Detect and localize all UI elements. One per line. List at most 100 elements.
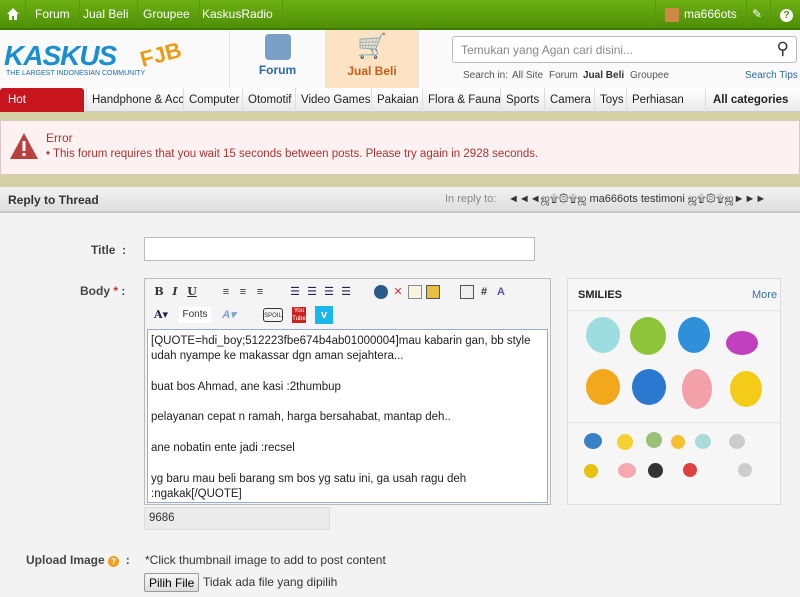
quote-icon[interactable] — [460, 285, 474, 299]
avatar — [665, 7, 679, 22]
outdent-icon[interactable]: ☰ — [339, 285, 353, 299]
topnav-kaskusradio[interactable]: KaskusRadio — [193, 0, 283, 28]
align-center-icon[interactable]: ≡ — [236, 285, 250, 299]
choose-file-button[interactable]: Pilih File — [144, 573, 200, 592]
smiley-small[interactable] — [584, 464, 598, 478]
smiley-small[interactable] — [671, 435, 685, 449]
in-reply-label: In reply to: — [445, 193, 497, 205]
font-color-dropdown[interactable]: A▾ — [151, 308, 171, 322]
category-item[interactable]: Otomotif — [242, 88, 296, 112]
smiley-large[interactable] — [682, 369, 712, 409]
smiley-small[interactable] — [646, 432, 662, 448]
smiley-large[interactable] — [630, 317, 666, 355]
thread-title-link[interactable]: ◄◄◄ஜ۩۞۩ஜ ma666ots testimoni ஜ۩۞۩ஜ►►► — [508, 193, 766, 207]
indent-icon[interactable]: ☰ — [322, 285, 336, 299]
body-label: Body * : — [80, 284, 126, 298]
character-counter: 9686 — [144, 507, 330, 530]
link-icon[interactable] — [374, 285, 388, 299]
bold-icon[interactable]: B — [152, 285, 166, 299]
all-categories-dropdown[interactable]: All categories ▼ — [705, 88, 800, 129]
pencil-icon[interactable]: ✎ — [743, 0, 771, 28]
smiley-large[interactable] — [632, 369, 666, 405]
vimeo-icon[interactable]: v — [315, 306, 333, 324]
smiley-large[interactable] — [586, 369, 620, 405]
error-box: Error • This forum requires that you wai… — [0, 120, 800, 175]
category-item[interactable]: Pakaian — [371, 88, 424, 112]
forum-icon — [264, 34, 291, 60]
category-item[interactable]: Video Games — [295, 88, 375, 112]
search-input[interactable]: Temukan yang Agan cari disini... ⚲ — [452, 36, 797, 63]
help-icon[interactable]: ? — [771, 0, 800, 28]
category-item[interactable]: Computer — [183, 88, 245, 112]
upload-hint: *Click thumbnail image to add to post co… — [145, 553, 386, 567]
category-item[interactable]: Sports — [500, 88, 544, 112]
align-right-icon[interactable]: ≡ — [253, 285, 267, 299]
image-icon[interactable] — [426, 285, 440, 299]
smiley-small[interactable] — [695, 434, 711, 449]
search-in-jual-beli[interactable]: Jual Beli — [583, 70, 624, 81]
smiley-large[interactable] — [678, 317, 710, 353]
error-title: Error — [46, 131, 73, 145]
smiley-small[interactable] — [729, 434, 745, 449]
title-input[interactable] — [144, 237, 535, 261]
category-item[interactable]: Flora & Fauna — [422, 88, 506, 112]
body-editor: B I U ≡ ≡ ≡ ☰ ☰ ☰ ☰ ✕ # A A▾ Fonts A▾ SP… — [144, 278, 551, 505]
help-icon[interactable]: ? — [108, 556, 120, 567]
category-item[interactable]: Perhiasan — [626, 88, 689, 112]
kaskus-logo[interactable]: KASKUS FJB THE LARGEST INDONESIAN COMMUN… — [0, 37, 185, 80]
hash-icon[interactable]: # — [477, 285, 491, 299]
underline-icon[interactable]: U — [185, 285, 199, 299]
smiley-small[interactable] — [683, 463, 697, 477]
smiley-small[interactable] — [648, 463, 663, 478]
username: ma666ots — [684, 7, 737, 21]
smiley-large[interactable] — [726, 331, 758, 355]
search-tips-link[interactable]: Search Tips — [745, 70, 798, 81]
numbered-list-icon[interactable]: ☰ — [305, 285, 319, 299]
category-bar: Hot categories Handphone & Acc Computer … — [0, 88, 800, 130]
youtube-icon[interactable]: You Tube — [292, 307, 306, 323]
tab-forum[interactable]: Forum — [229, 30, 325, 88]
topnav-groupee[interactable]: Groupee — [134, 0, 200, 28]
hot-categories[interactable]: Hot categories — [0, 88, 84, 130]
italic-icon[interactable]: I — [168, 285, 182, 299]
topnav-jual-beli[interactable]: Jual Beli — [74, 0, 139, 28]
remove-format-icon[interactable]: A — [494, 285, 508, 299]
category-item[interactable]: Toys — [594, 88, 629, 112]
smiley-large[interactable] — [586, 317, 620, 353]
top-navbar: Forum Jual Beli Groupee KaskusRadio ma66… — [0, 0, 800, 30]
spoiler-icon[interactable]: SPOIL — [263, 308, 283, 322]
error-message: • This forum requires that you wait 15 s… — [46, 148, 539, 160]
user-menu[interactable]: ma666ots — [655, 0, 747, 28]
search-icon[interactable]: ⚲ — [777, 39, 789, 59]
search-in-all-site[interactable]: All Site — [512, 70, 543, 81]
category-item[interactable]: Handphone & Acc — [86, 88, 189, 112]
email-icon[interactable] — [408, 285, 422, 299]
body-textarea[interactable]: [QUOTE=hdi_boy;512223fbe674b4ab01000004]… — [147, 329, 548, 503]
smiley-small[interactable] — [738, 463, 752, 477]
search-in-label: Search in: — [463, 70, 509, 81]
home-icon[interactable] — [0, 0, 26, 28]
reply-heading: Reply to Thread — [8, 193, 99, 207]
category-item[interactable]: Camera — [544, 88, 596, 112]
smilies-more-link[interactable]: More — [752, 289, 777, 301]
file-status: Tidak ada file yang dipilih — [203, 575, 338, 589]
smiley-small[interactable] — [617, 434, 633, 450]
align-left-icon[interactable]: ≡ — [219, 285, 233, 299]
smiley-large[interactable] — [730, 371, 762, 407]
warning-icon — [10, 133, 38, 159]
cart-icon: 🛒 — [357, 33, 387, 60]
topnav-forum[interactable]: Forum — [26, 0, 80, 28]
title-label: Title : — [91, 243, 127, 257]
search-in-forum[interactable]: Forum — [549, 70, 578, 81]
fonts-dropdown[interactable]: Fonts — [179, 307, 211, 323]
unlink-icon[interactable]: ✕ — [391, 285, 405, 299]
smilies-title: SMILIES — [578, 289, 623, 301]
tab-jual-beli[interactable]: 🛒 Jual Beli — [325, 30, 419, 88]
font-size-dropdown[interactable]: A▾ — [219, 308, 239, 322]
search-in-groupee[interactable]: Groupee — [630, 70, 669, 81]
smilies-panel: SMILIES More — [567, 278, 781, 505]
smiley-small[interactable] — [584, 433, 602, 449]
bullet-list-icon[interactable]: ☰ — [288, 285, 302, 299]
reply-header: Reply to Thread In reply to: ◄◄◄ஜ۩۞۩ஜ ma… — [0, 187, 800, 213]
smiley-small[interactable] — [618, 463, 636, 478]
